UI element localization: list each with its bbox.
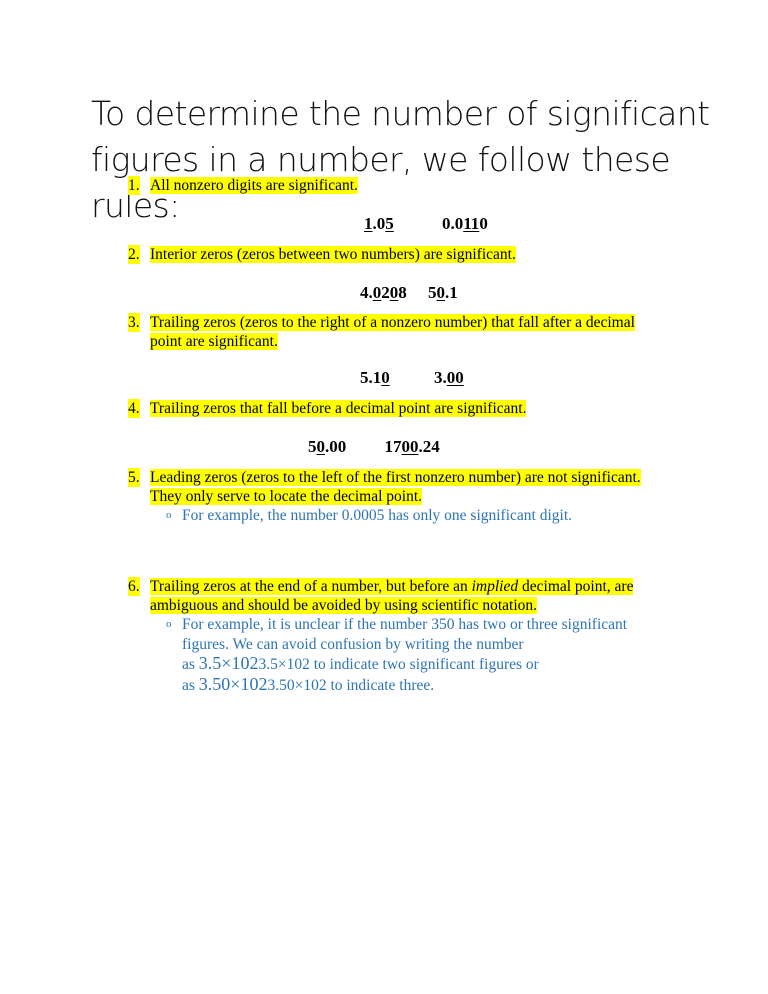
- digit-text: .0: [372, 214, 386, 233]
- rule-1: 1. All nonzero digits are significant.: [128, 176, 688, 195]
- significant-digit: 5: [385, 214, 394, 233]
- example-line-4: as 3.50×1023.50×102 to indicate three.: [182, 673, 435, 694]
- example-number: 4.0208: [360, 283, 407, 303]
- rule-3: 3. Trailing zeros (zeros to the right of…: [128, 313, 688, 351]
- example-line-1: For example, it is unclear if the number…: [182, 616, 628, 633]
- rule-text-line-2: They only serve to locate the decimal po…: [150, 488, 423, 505]
- digit-text: 17: [384, 437, 402, 456]
- significant-digit: 1: [364, 214, 373, 233]
- rule-5-example: o For example, the number 0.0005 has onl…: [166, 506, 686, 526]
- page-title: To determine the number of significant f…: [91, 94, 710, 225]
- digit-text: 3.: [434, 368, 447, 387]
- rule-4: 4. Trailing zeros that fall before a dec…: [128, 399, 688, 418]
- rule-number: 3.: [128, 313, 140, 332]
- rule-text-line-1: Trailing zeros (zeros to the right of a …: [150, 314, 635, 331]
- rule-number: 4.: [128, 399, 140, 418]
- bullet-icon: o: [166, 509, 172, 521]
- rule-2-examples: 4.0208 50.1: [360, 283, 458, 303]
- bullet-icon: o: [166, 618, 172, 630]
- rule-number: 2.: [128, 245, 140, 264]
- significant-digit: 11: [463, 214, 480, 233]
- rule-text: Interior zeros (zeros between two number…: [150, 246, 516, 263]
- example-number: 50.1: [428, 283, 458, 303]
- example-number: 1.05: [364, 214, 394, 234]
- significant-digit: 0: [389, 283, 399, 302]
- digit-text: 4.: [360, 283, 373, 302]
- digit-text: 2: [381, 283, 390, 302]
- digit-text: .1: [445, 283, 458, 302]
- rule-2: 2. Interior zeros (zeros between two num…: [128, 245, 688, 264]
- significant-digit: 0: [372, 283, 382, 302]
- digit-text: 8: [398, 283, 407, 302]
- example-number: 50.00: [308, 437, 346, 457]
- digit-text: .00: [325, 437, 347, 456]
- digit-text: 0: [479, 214, 488, 233]
- digit-text: 5: [428, 283, 437, 302]
- rule-6: 6. Trailing zeros at the end of a number…: [128, 577, 688, 615]
- example-line-3: as 3.5×1023.5×102 to indicate two signif…: [182, 653, 539, 673]
- example-number: 1700.24: [385, 437, 440, 457]
- significant-digit: 00: [446, 368, 464, 387]
- significant-digit: 0: [436, 283, 446, 302]
- rule-text: Trailing zeros that fall before a decima…: [150, 400, 527, 417]
- rule-6-example: o For example, it is unclear if the numb…: [166, 615, 686, 695]
- rule-5: 5. Leading zeros (zeros to the left of t…: [128, 468, 688, 506]
- rule-text-line-1: Trailing zeros at the end of a number, b…: [150, 578, 634, 595]
- digit-text: 5: [308, 437, 317, 456]
- significant-digit: 0: [381, 368, 390, 387]
- rule-text-line-2: point are significant.: [150, 333, 278, 350]
- digit-text: 5.1: [360, 368, 382, 387]
- rule-number: 6.: [128, 577, 140, 596]
- example-text: For example, the number 0.0005 has only …: [182, 507, 573, 524]
- sci-notation: 3.50×102: [198, 673, 268, 694]
- rule-number: 5.: [128, 468, 140, 487]
- digit-text: 0.0: [442, 214, 464, 233]
- example-number: 5.10: [360, 368, 390, 388]
- example-number: 0.0110: [442, 214, 488, 234]
- emphasis-implied: implied: [471, 578, 519, 595]
- rule-1-examples: 1.05 0.0110: [364, 214, 488, 234]
- rule-text-line-1: Leading zeros (zeros to the left of the …: [150, 469, 641, 486]
- digit-text: .24: [418, 437, 440, 456]
- rule-text: All nonzero digits are significant.: [150, 177, 358, 194]
- significant-digit: 0: [316, 437, 326, 456]
- example-number: 3.00: [434, 368, 464, 388]
- rule-text-line-2: ambiguous and should be avoided by using…: [150, 597, 538, 614]
- significant-digit: 00: [401, 437, 419, 456]
- example-line-2: figures. We can avoid confusion by writi…: [182, 635, 524, 653]
- rule-3-examples: 5.10 3.00: [360, 368, 464, 388]
- rule-4-examples: 50.00 1700.24: [308, 437, 440, 457]
- rule-number: 1.: [128, 176, 140, 195]
- sci-notation: 3.5×102: [198, 653, 259, 673]
